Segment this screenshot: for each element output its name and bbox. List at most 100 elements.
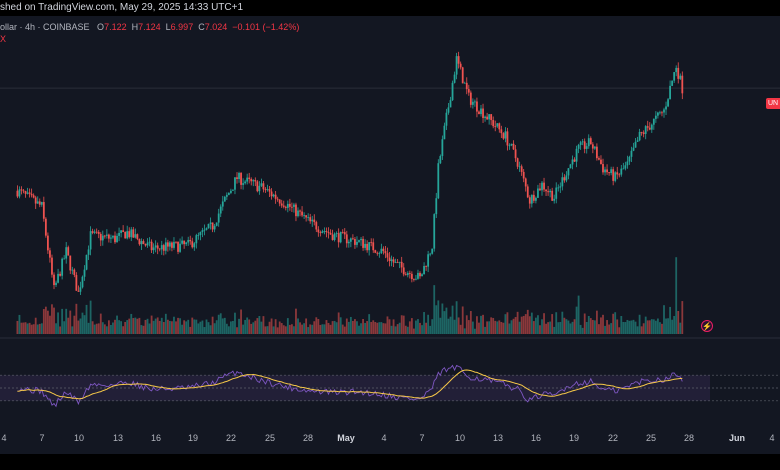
volume-bar [364,322,366,334]
x-tick-label: 7 [419,433,425,443]
volume-bar [126,320,129,334]
candle-body [291,206,293,208]
volume-bar [244,319,247,334]
volume-bar [101,322,104,334]
volume-bar [321,324,324,334]
volume-bar [28,322,31,334]
candle-body [158,248,161,250]
volume-bar [325,320,328,334]
candle-body [120,230,122,233]
volume-bar [266,326,269,334]
volume-bar [417,319,419,334]
candle-body [352,238,354,240]
volume-bar [559,321,562,334]
volume-bar [516,311,519,334]
volume-bar [313,321,316,334]
candle-body [337,233,340,243]
candle-body [77,290,80,292]
candle-body [618,174,621,176]
volume-bar [211,316,214,334]
volume-bar [659,322,661,334]
candle-body [567,168,570,176]
candle-body [614,172,617,181]
volume-bar [148,323,151,334]
volume-bar [665,318,667,334]
candle-body [341,231,344,233]
volume-bar [256,318,259,334]
candle-body [252,180,255,182]
x-tick-label: 7 [39,433,45,443]
symbol-badge: X [0,34,7,44]
volume-bar [284,326,287,334]
volume-bar [317,318,320,334]
candle-body [425,266,427,267]
candle-body [408,273,411,274]
volume-bar [415,320,417,334]
volume-bar [213,323,216,334]
candle-body [646,126,649,128]
candle-body [626,161,629,166]
candle-body [99,233,102,241]
candle-body [209,222,212,224]
volume-bar [579,324,582,334]
candle-body [593,146,596,149]
candle-body [362,238,364,248]
volume-bar [616,319,619,334]
candle-body [83,269,86,277]
volume-bar [246,317,249,334]
x-tick-label: 4 [381,433,387,443]
volume-bar [573,319,576,334]
volume-bar [18,314,21,334]
volume-bar [128,318,131,334]
volume-bar [453,319,456,334]
volume-bar [79,318,82,334]
candle-body [484,116,486,119]
candle-body [126,231,129,239]
volume-bar [644,316,647,334]
volume-bar [191,317,194,334]
candle-body [622,168,625,170]
candle-body [116,235,118,243]
volume-bar [114,319,116,334]
x-tick-label: 10 [73,433,85,443]
candle-body [532,194,535,201]
volume-bar [522,315,525,334]
candle-body [469,92,472,105]
candle-body [539,188,541,191]
volume-bar [295,308,297,334]
price-chart[interactable] [0,0,780,470]
volume-bar [604,325,606,334]
candle-body [232,189,234,191]
candle-body [34,197,37,204]
rsi-panel [0,364,780,408]
volume-bar [242,324,244,334]
bottom-bar [0,454,780,470]
candle-body [661,112,663,114]
candle-body [465,82,468,90]
candle-body [400,261,403,268]
candle-body [236,177,238,180]
volume-bar [217,314,220,334]
candle-body [488,114,491,120]
candle-body [244,181,247,184]
candle-body [67,247,70,256]
volume-bar [575,306,578,334]
bolt-icon[interactable]: ⚡ [701,320,713,332]
candle-body [118,232,120,236]
volume-bar [577,295,580,334]
volume-bar [278,321,281,334]
candle-body [227,192,230,195]
candle-body [75,275,78,291]
volume-bar [207,322,210,334]
volume-bar [502,322,505,334]
candle-body [97,231,100,234]
candle-body [73,269,76,276]
candle-body [305,215,308,218]
candle-body [164,242,167,251]
candle-body [89,231,92,250]
candle-body [494,126,497,127]
volume-bar [400,315,403,334]
candle-body [524,178,527,187]
x-tick-label: 19 [568,433,580,443]
candle-body [295,204,297,217]
